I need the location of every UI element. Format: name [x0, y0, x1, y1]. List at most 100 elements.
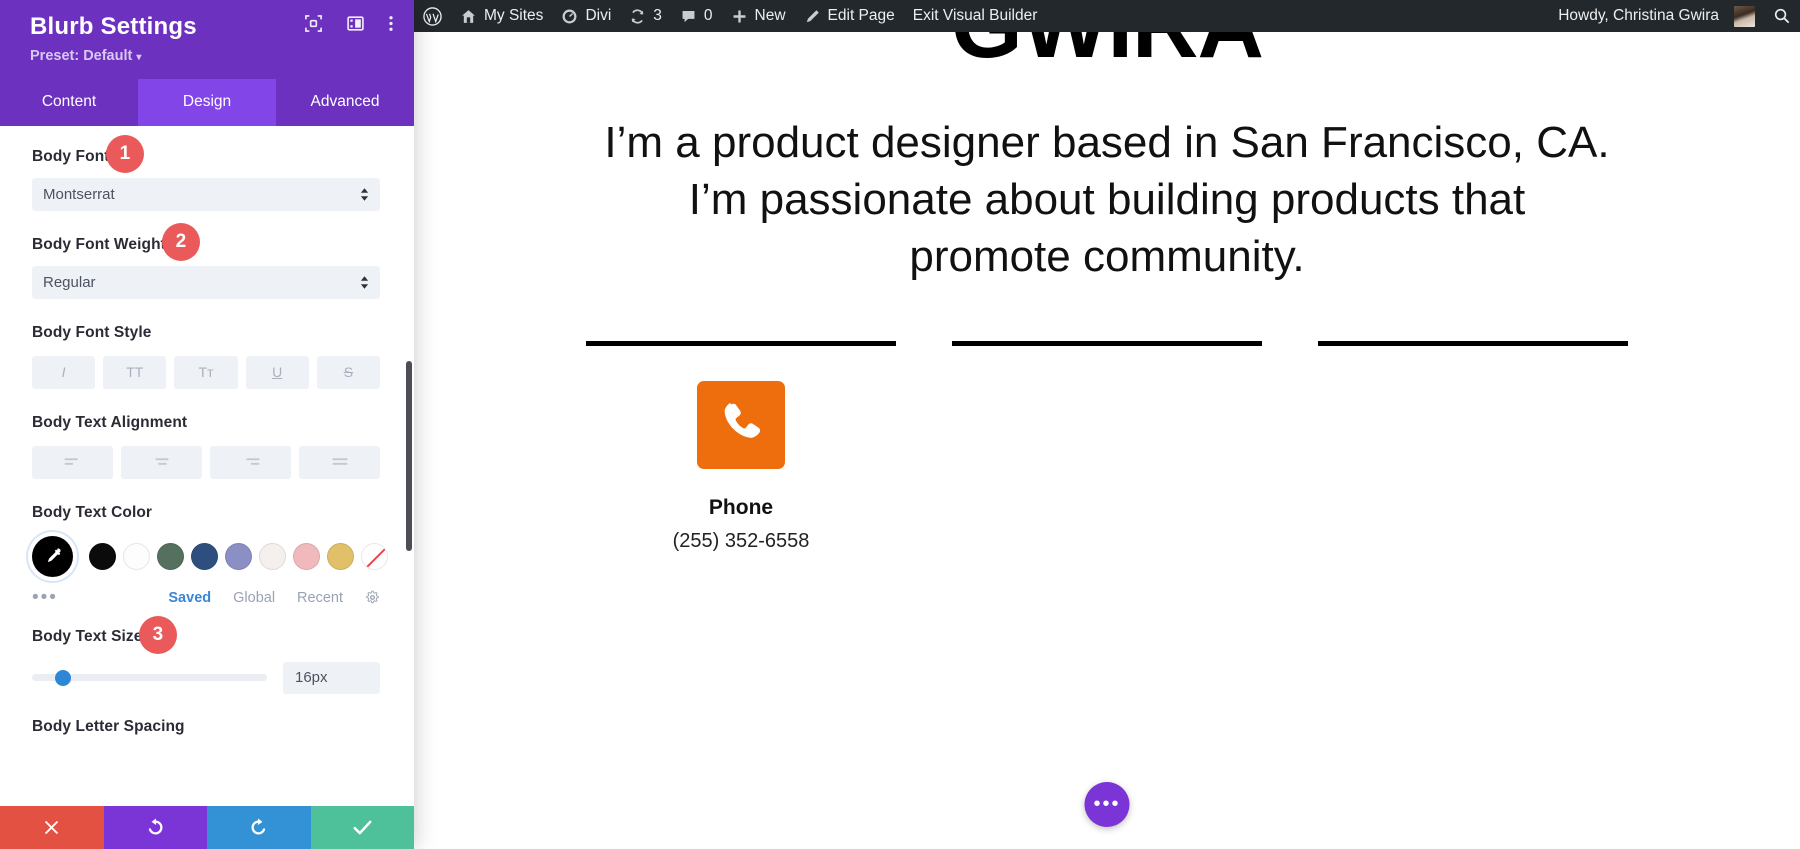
- panel-layout-icon[interactable]: [346, 14, 365, 33]
- preset-label: Preset: Default: [30, 47, 133, 64]
- field-body-text-color: Body Text Color ••• Saved Global Recent: [0, 503, 414, 607]
- underline-button[interactable]: U: [245, 355, 309, 389]
- divider: [952, 341, 1262, 347]
- adminbar-label: New: [754, 7, 786, 24]
- body-font-select[interactable]: Montserrat: [32, 177, 380, 211]
- step-badge-2: 2: [162, 222, 200, 261]
- adminbar-item-new[interactable]: New: [722, 0, 795, 32]
- undo-button[interactable]: [103, 806, 207, 849]
- slider-handle[interactable]: [54, 669, 71, 686]
- blurb-title: Phone: [708, 496, 774, 520]
- small-caps-icon: Tт: [198, 364, 214, 381]
- swatch-white[interactable]: [123, 542, 150, 570]
- strikethrough-icon: S: [343, 364, 354, 381]
- adminbar-item-updates[interactable]: 3: [620, 0, 671, 32]
- adminbar-item-edit-page[interactable]: Edit Page: [795, 0, 904, 32]
- adminbar-wordpress-logo[interactable]: [414, 0, 451, 32]
- field-body-letter-spacing: Body Letter Spacing: [0, 718, 414, 736]
- tab-content[interactable]: Content: [0, 79, 138, 126]
- panel-footer-actions: [0, 806, 414, 849]
- more-colors-icon[interactable]: •••: [32, 588, 58, 607]
- adminbar-label: Edit Page: [827, 7, 895, 24]
- panel-header-icons: [304, 14, 394, 33]
- undo-arrow-icon: [145, 817, 166, 838]
- body-text-size-input[interactable]: 16px: [283, 661, 380, 694]
- visual-builder-canvas: GWIRA I’m a product designer based in Sa…: [414, 32, 1800, 849]
- target-focus-icon[interactable]: [304, 14, 323, 33]
- panel-header: Blurb Settings Preset: Default ▾: [0, 0, 414, 79]
- align-center-button[interactable]: [121, 445, 202, 479]
- divider: [586, 341, 896, 347]
- panel-body: Body Font 1 Montserrat Body Font Weight …: [0, 126, 414, 806]
- align-left-button[interactable]: [32, 445, 113, 479]
- align-right-icon: [240, 456, 262, 468]
- phone-icon: [697, 381, 785, 470]
- tab-advanced[interactable]: Advanced: [276, 79, 414, 126]
- chevron-up-down-icon: [360, 275, 369, 290]
- color-meta-row: ••• Saved Global Recent: [32, 588, 380, 607]
- adminbar-search-button[interactable]: [1764, 0, 1800, 32]
- align-right-button[interactable]: [210, 445, 291, 479]
- chevron-up-down-icon: [360, 187, 369, 202]
- swatch-navy[interactable]: [191, 542, 218, 570]
- swatch-transparent[interactable]: [361, 542, 388, 570]
- blurb-column-2[interactable]: [952, 341, 1262, 553]
- gear-icon[interactable]: [365, 590, 380, 605]
- field-label: Body Font Weight 2: [32, 222, 380, 261]
- align-justify-button[interactable]: [299, 445, 380, 479]
- blurb-column-3[interactable]: [1318, 341, 1628, 553]
- swatch-green[interactable]: [157, 542, 184, 570]
- small-caps-button[interactable]: Tт: [174, 355, 238, 389]
- eyedropper-icon: [43, 546, 63, 566]
- preset-selector[interactable]: Preset: Default ▾: [30, 48, 396, 64]
- chevron-down-icon: ▾: [136, 51, 142, 63]
- blurb-body-text: (255) 352-6558: [672, 530, 810, 553]
- label-text: Body Text Alignment: [32, 413, 188, 431]
- label-text: Body Font Style: [32, 323, 152, 341]
- color-swatch-row: [32, 535, 388, 577]
- adminbar-item-divi[interactable]: Divi: [552, 0, 620, 32]
- vertical-dots-icon[interactable]: [388, 14, 394, 33]
- adminbar-item-comments[interactable]: 0: [671, 0, 722, 32]
- body-font-weight-select[interactable]: Regular: [32, 265, 380, 299]
- align-center-icon: [151, 456, 173, 468]
- body-text-size-slider[interactable]: [32, 669, 267, 686]
- adminbar-account-area[interactable]: Howdy, Christina Gwira: [1549, 0, 1800, 32]
- strikethrough-button[interactable]: S: [316, 355, 381, 389]
- builder-menu-fab[interactable]: •••: [1084, 782, 1130, 827]
- label-text: Body Letter Spacing: [32, 717, 185, 735]
- adminbar-item-my-sites[interactable]: My Sites: [451, 0, 552, 32]
- save-changes-button[interactable]: [310, 806, 414, 849]
- swatch-black[interactable]: [89, 542, 116, 570]
- swatch-periwinkle[interactable]: [225, 542, 252, 570]
- redo-arrow-icon: [248, 817, 269, 838]
- uppercase-icon: TT: [126, 364, 144, 381]
- italic-button[interactable]: I: [32, 355, 96, 389]
- adminbar-item-exit-visual-builder[interactable]: Exit Visual Builder: [904, 0, 1047, 32]
- discard-changes-button[interactable]: [0, 806, 104, 849]
- divider: [1318, 341, 1628, 347]
- label-text: Body Font: [32, 147, 110, 165]
- blurb-column-phone[interactable]: Phone (255) 352-6558: [586, 341, 896, 553]
- step-badge-1: 1: [106, 134, 144, 173]
- uppercase-button[interactable]: TT: [103, 355, 167, 389]
- field-label: Body Text Size 3: [32, 615, 380, 654]
- adminbar-label: My Sites: [484, 7, 544, 24]
- color-tab-saved[interactable]: Saved: [168, 590, 211, 606]
- italic-icon: I: [61, 364, 66, 381]
- panel-scrollbar[interactable]: [406, 360, 412, 551]
- swatch-offwhite[interactable]: [259, 542, 286, 570]
- label-text: Body Text Color: [32, 503, 153, 521]
- field-label: Body Font 1: [32, 134, 380, 173]
- color-tab-recent[interactable]: Recent: [297, 590, 343, 606]
- color-picker-button[interactable]: [32, 535, 73, 577]
- adminbar-greeting[interactable]: Howdy, Christina Gwira: [1549, 0, 1764, 32]
- color-tab-global[interactable]: Global: [233, 590, 275, 606]
- color-tab-links: Saved Global Recent: [168, 590, 380, 606]
- swatch-gold[interactable]: [327, 542, 354, 570]
- redo-button[interactable]: [207, 806, 311, 849]
- wp-admin-bar: My Sites Divi 3 0 New Edit Page Exit Vis…: [414, 0, 1800, 32]
- tab-design[interactable]: Design: [138, 78, 276, 126]
- swatch-pink[interactable]: [293, 542, 320, 570]
- close-x-icon: [42, 818, 61, 837]
